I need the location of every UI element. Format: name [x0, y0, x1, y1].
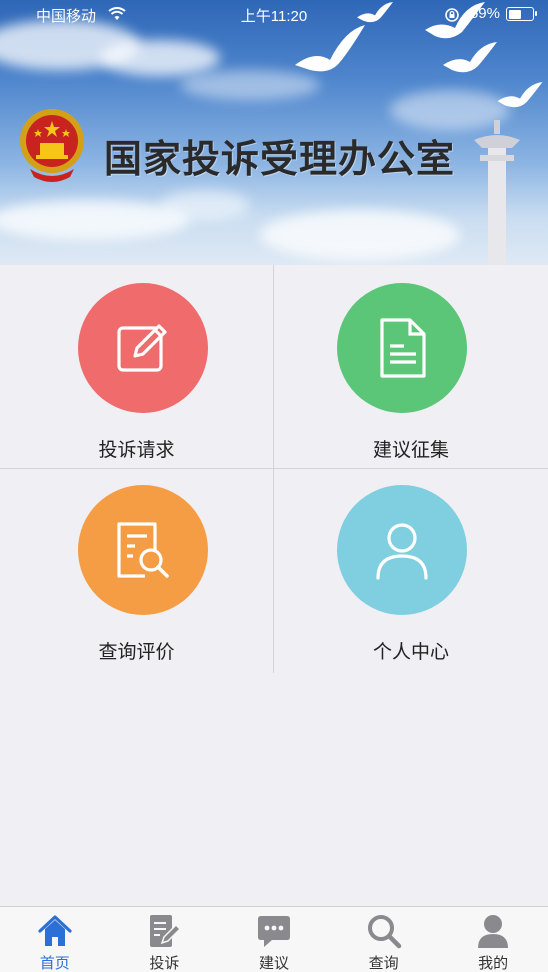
- menu-label: 个人中心: [372, 641, 449, 663]
- dove-icon: [497, 82, 543, 108]
- banner-title: 国家投诉受理办公室: [104, 137, 456, 181]
- battery-percent: 59%: [469, 5, 500, 22]
- national-emblem-icon: [20, 109, 84, 182]
- menu-grid: 投诉请求 建议征集 查询评价 个人中心: [0, 265, 548, 673]
- tab-mine[interactable]: 我的: [438, 907, 548, 972]
- menu-item-personal-center[interactable]: 个人中心: [274, 469, 548, 673]
- status-time: 上午11:20: [240, 8, 308, 25]
- edit-icon: [117, 324, 167, 372]
- menu-label: 查询评价: [98, 641, 175, 663]
- huabiao-pillar: [474, 120, 520, 265]
- tab-label: 我的: [478, 954, 509, 972]
- menu-item-complaint[interactable]: 投诉请求: [0, 265, 274, 469]
- menu-label: 投诉请求: [98, 439, 175, 461]
- chat-bubble-icon: [257, 916, 290, 947]
- menu-circle: [78, 485, 208, 615]
- menu-label: 建议征集: [372, 439, 449, 461]
- menu-circle: [78, 283, 208, 413]
- tab-complaint[interactable]: 投诉: [110, 907, 220, 972]
- person-icon: [376, 523, 428, 580]
- pencil-note-icon: [150, 915, 182, 947]
- tab-home[interactable]: 首页: [0, 907, 110, 972]
- header-banner: 国家投诉受理办公室 中国移动 上午11:20 59%: [0, 0, 548, 265]
- tab-suggestion[interactable]: 建议: [219, 907, 329, 972]
- menu-circle: [337, 283, 467, 413]
- battery-icon: [506, 7, 537, 21]
- menu-circle: [337, 485, 467, 615]
- bottom-tab-bar: 首页 投诉 建议 查询 我的: [0, 906, 548, 972]
- tab-label: 查询: [368, 954, 399, 972]
- user-icon: [478, 915, 509, 948]
- menu-item-query[interactable]: 查询评价: [0, 469, 274, 673]
- dove-icon: [443, 42, 497, 73]
- rotation-lock-icon: [445, 8, 459, 22]
- tab-query[interactable]: 查询: [329, 907, 439, 972]
- tab-label: 建议: [258, 954, 289, 972]
- tab-label: 首页: [39, 954, 70, 972]
- search-document-icon: [117, 522, 169, 578]
- document-icon: [380, 318, 426, 378]
- home-icon: [38, 915, 72, 946]
- search-icon: [367, 915, 401, 949]
- status-bar: 中国移动 上午11:20 59%: [0, 0, 548, 30]
- tab-label: 投诉: [149, 954, 180, 972]
- menu-item-suggestion[interactable]: 建议征集: [274, 265, 548, 469]
- battery-fill: [508, 9, 522, 19]
